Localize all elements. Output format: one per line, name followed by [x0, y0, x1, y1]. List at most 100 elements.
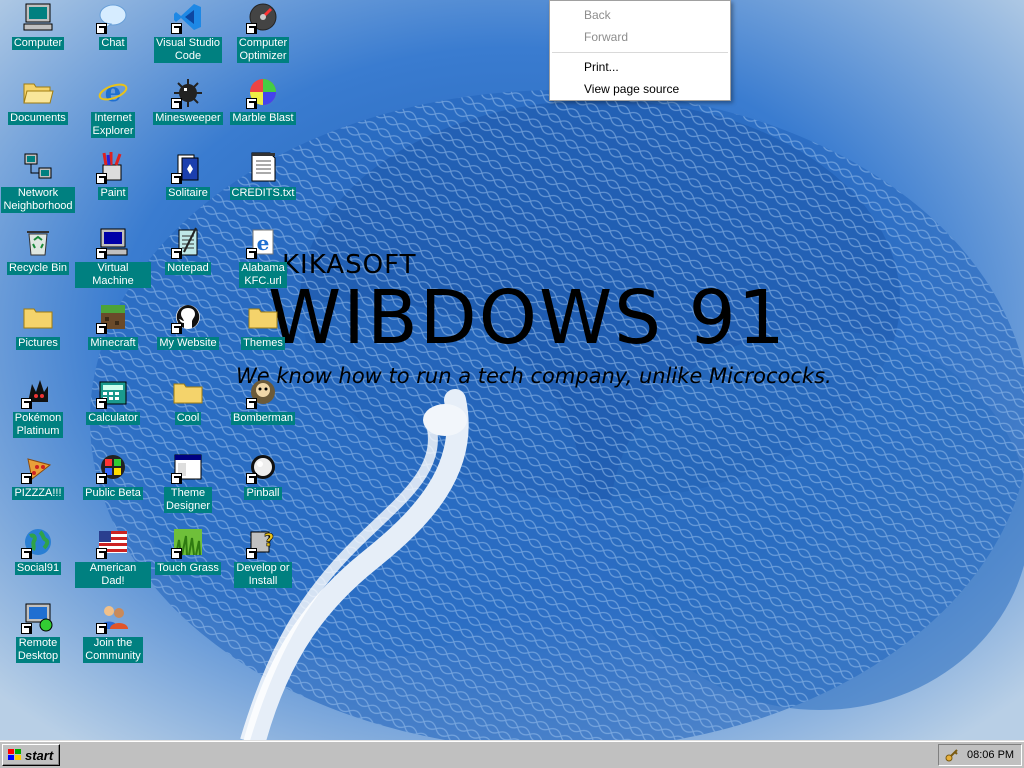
pinball-icon — [246, 450, 280, 484]
desktop-icon-label: Paint — [98, 187, 128, 200]
desktop-icon-label: Pinball — [244, 487, 282, 500]
desktop-icon-network[interactable]: Network Neighborhood — [0, 150, 76, 222]
desktop-icon-internet-explorer[interactable]: e Internet Explorer — [75, 75, 151, 147]
shortcut-arrow-icon — [96, 23, 107, 34]
github-icon — [171, 300, 205, 334]
folder-icon — [21, 300, 55, 334]
shortcut-arrow-icon — [96, 473, 107, 484]
shortcut-arrow-icon — [246, 98, 257, 109]
svg-text:e: e — [105, 78, 122, 108]
desktop-icon-label: My Website — [157, 337, 219, 350]
shortcut-arrow-icon — [171, 248, 182, 259]
desktop-icon-folder-open[interactable]: Documents — [0, 75, 76, 147]
shortcut-arrow-icon — [96, 623, 107, 634]
shortcut-arrow-icon — [171, 473, 182, 484]
desktop-icon-text-file[interactable]: CREDITS.txt — [225, 150, 301, 222]
shortcut-arrow-icon — [246, 248, 257, 259]
desktop-icon-label: Computer — [11, 37, 65, 50]
desktop-icon-label: Documents — [8, 112, 68, 125]
desktop-icon-internet-shortcut[interactable]: e Alabama KFC.url — [225, 225, 301, 297]
context-menu-back: Back — [584, 8, 611, 22]
desktop-icon-label: Theme Designer — [163, 487, 213, 513]
context-menu: Back Forward Print... View page source — [549, 0, 731, 101]
desktop-icon-computer[interactable]: Computer — [0, 0, 76, 72]
desktop-icon-windows-flag[interactable]: Public Beta — [75, 450, 151, 522]
desktop-icon-label: Alabama KFC.url — [239, 262, 287, 288]
paint-icon — [96, 150, 130, 184]
marble-icon — [246, 75, 280, 109]
desktop-icon-solitaire[interactable]: Solitaire — [150, 150, 226, 222]
desktop-icon-remote-desktop[interactable]: Remote Desktop — [0, 600, 76, 672]
desktop-icon-recycle-bin[interactable]: Recycle Bin — [0, 225, 76, 297]
grass-icon — [171, 525, 205, 559]
windows-logo-icon — [8, 749, 21, 760]
desktop-icon-label: Themes — [241, 337, 285, 350]
minesweeper-icon — [171, 75, 205, 109]
shortcut-arrow-icon — [171, 23, 182, 34]
calculator-icon — [96, 375, 130, 409]
shortcut-arrow-icon — [96, 173, 107, 184]
desktop-icon-virtual-machine[interactable]: Virtual Machine — [75, 225, 151, 297]
desktop-icon-label: Public Beta — [83, 487, 143, 500]
desktop-icon-label: Calculator — [86, 412, 140, 425]
svg-text:e: e — [257, 231, 270, 255]
shortcut-arrow-icon — [96, 398, 107, 409]
folder-icon — [246, 300, 280, 334]
american-flag-icon — [96, 525, 130, 559]
desktop-icon-help[interactable]: ? Develop or Install — [225, 525, 301, 597]
desktop-icon-label: Network Neighborhood — [1, 187, 75, 213]
desktop-icon-minecraft[interactable]: Minecraft — [75, 300, 151, 372]
pokemon-icon — [21, 375, 55, 409]
desktop-icon-label: Social91 — [14, 562, 62, 575]
desktop-icon-community[interactable]: Join the Community — [75, 600, 151, 672]
shortcut-arrow-icon — [96, 548, 107, 559]
context-menu-separator — [552, 52, 728, 53]
desktop-icon-pizza[interactable]: PIZZZA!!! — [0, 450, 76, 522]
desktop-icon-label: Chat — [99, 37, 127, 50]
shortcut-arrow-icon — [171, 98, 182, 109]
pizza-icon — [21, 450, 55, 484]
desktop-icon-pinball[interactable]: Pinball — [225, 450, 301, 522]
remote-desktop-icon — [21, 600, 55, 634]
desktop-icon-calculator[interactable]: Calculator — [75, 375, 151, 447]
desktop-icon-minesweeper[interactable]: Minesweeper — [150, 75, 226, 147]
desktop-icon-folder[interactable]: Themes — [225, 300, 301, 372]
desktop-icon-label: Touch Grass — [155, 562, 221, 575]
key-icon[interactable] — [945, 748, 959, 762]
shortcut-arrow-icon — [246, 398, 257, 409]
desktop-icon-label: Develop or Install — [234, 562, 292, 588]
shortcut-arrow-icon — [171, 323, 182, 334]
desktop-icon-grass[interactable]: Touch Grass — [150, 525, 226, 597]
context-menu-view-source[interactable]: View page source — [550, 78, 730, 100]
desktop-icon-folder[interactable]: Cool — [150, 375, 226, 447]
virtual-machine-icon — [96, 225, 130, 259]
help-icon: ? — [246, 525, 280, 559]
desktop-icon-folder[interactable]: Pictures — [0, 300, 76, 372]
start-button[interactable]: start — [2, 744, 60, 766]
internet-explorer-icon: e — [96, 75, 130, 109]
desktop-icon-window[interactable]: Theme Designer — [150, 450, 226, 522]
clock[interactable]: 08:06 PM — [967, 749, 1014, 761]
desktop-icon-label: Solitaire — [166, 187, 210, 200]
desktop-icon-globe[interactable]: Social91 — [0, 525, 76, 597]
desktop-icon-paint[interactable]: Paint — [75, 150, 151, 222]
solitaire-icon — [171, 150, 205, 184]
shortcut-arrow-icon — [246, 548, 257, 559]
desktop-icon-notepad[interactable]: Notepad — [150, 225, 226, 297]
desktop-icon-optimizer[interactable]: Computer Optimizer — [225, 0, 301, 72]
bomberman-icon — [246, 375, 280, 409]
desktop-icon-label: Join the Community — [83, 637, 143, 663]
desktop-icon-american-flag[interactable]: American Dad! — [75, 525, 151, 597]
folder-icon — [171, 375, 205, 409]
desktop-icon-pokemon[interactable]: Pokémon Platinum — [0, 375, 76, 447]
context-menu-print[interactable]: Print... — [550, 56, 730, 78]
desktop-icon-github[interactable]: My Website — [150, 300, 226, 372]
vscode-icon — [171, 0, 205, 34]
desktop-icon-label: Bomberman — [231, 412, 295, 425]
chat-icon — [96, 0, 130, 34]
desktop-icon-bomberman[interactable]: Bomberman — [225, 375, 301, 447]
desktop-icon-chat[interactable]: Chat — [75, 0, 151, 72]
desktop-icon-vscode[interactable]: Visual Studio Code — [150, 0, 226, 72]
desktop-icon-marble[interactable]: Marble Blast — [225, 75, 301, 147]
shortcut-arrow-icon — [21, 398, 32, 409]
